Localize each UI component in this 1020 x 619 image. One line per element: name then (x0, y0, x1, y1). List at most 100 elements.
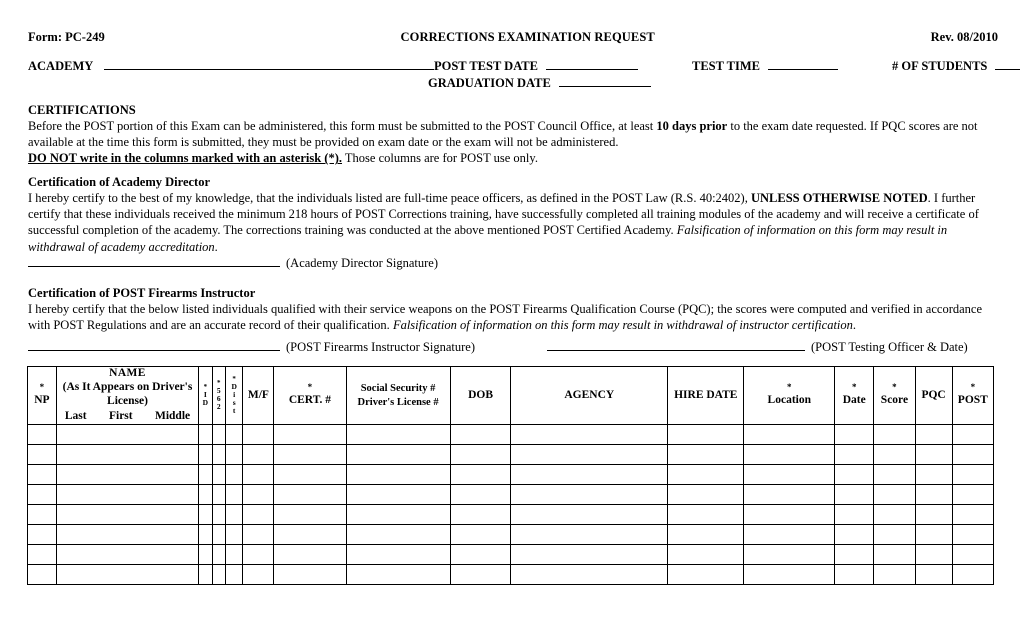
roster-cell-c562[interactable] (211, 424, 226, 445)
roster-cell-pqc[interactable] (914, 484, 953, 505)
roster-cell-agency[interactable] (510, 424, 669, 445)
roster-cell-dob[interactable] (449, 524, 512, 545)
firearms-instructor-signature-input[interactable] (28, 338, 280, 351)
roster-cell-ssn[interactable] (345, 504, 451, 525)
roster-cell-dob[interactable] (449, 564, 512, 585)
roster-cell-date[interactable] (834, 544, 875, 565)
roster-cell-score[interactable] (873, 564, 916, 585)
roster-cell-ssn[interactable] (345, 444, 451, 465)
roster-cell-hire[interactable] (667, 444, 745, 465)
roster-cell-hire[interactable] (667, 524, 745, 545)
roster-cell-cert[interactable] (273, 484, 347, 505)
roster-cell-loc[interactable] (743, 484, 836, 505)
roster-cell-dob[interactable] (449, 424, 512, 445)
roster-cell-post[interactable] (951, 564, 995, 585)
roster-cell-post[interactable] (951, 504, 995, 525)
roster-cell-loc[interactable] (743, 464, 836, 485)
roster-cell-dist[interactable] (224, 464, 244, 485)
roster-cell-mf[interactable] (242, 464, 275, 485)
roster-cell-pqc[interactable] (914, 444, 953, 465)
roster-cell-agency[interactable] (510, 484, 669, 505)
roster-cell-dist[interactable] (224, 424, 244, 445)
roster-cell-mf[interactable] (242, 524, 275, 545)
roster-cell-post[interactable] (951, 524, 995, 545)
roster-cell-loc[interactable] (743, 444, 836, 465)
academy-input[interactable] (104, 57, 434, 70)
roster-cell-c562[interactable] (211, 564, 226, 585)
roster-cell-mf[interactable] (242, 444, 275, 465)
testing-officer-signature-input[interactable] (546, 338, 805, 351)
roster-cell-id[interactable] (198, 464, 213, 485)
roster-cell-score[interactable] (873, 424, 916, 445)
roster-cell-loc[interactable] (743, 524, 836, 545)
roster-cell-agency[interactable] (510, 544, 669, 565)
roster-cell-c562[interactable] (211, 524, 226, 545)
roster-cell-dist[interactable] (224, 524, 244, 545)
roster-cell-cert[interactable] (273, 424, 347, 445)
roster-cell-dob[interactable] (449, 484, 512, 505)
roster-cell-date[interactable] (834, 504, 875, 525)
roster-cell-id[interactable] (198, 504, 213, 525)
roster-cell-name[interactable] (55, 424, 200, 445)
roster-cell-id[interactable] (198, 564, 213, 585)
roster-cell-date[interactable] (834, 524, 875, 545)
roster-cell-agency[interactable] (510, 504, 669, 525)
roster-cell-id[interactable] (198, 524, 213, 545)
roster-cell-dob[interactable] (449, 464, 512, 485)
roster-cell-score[interactable] (873, 444, 916, 465)
roster-cell-mf[interactable] (242, 504, 275, 525)
roster-cell-name[interactable] (55, 504, 200, 525)
roster-cell-score[interactable] (873, 524, 916, 545)
roster-cell-name[interactable] (55, 444, 200, 465)
roster-cell-loc[interactable] (743, 424, 836, 445)
roster-cell-pqc[interactable] (914, 564, 953, 585)
roster-cell-score[interactable] (873, 464, 916, 485)
roster-cell-np[interactable] (27, 444, 57, 465)
roster-cell-loc[interactable] (743, 504, 836, 525)
graduation-date-input[interactable] (558, 74, 651, 87)
roster-cell-pqc[interactable] (914, 544, 953, 565)
roster-cell-pqc[interactable] (914, 464, 953, 485)
academy-director-signature-input[interactable] (28, 254, 280, 267)
roster-cell-hire[interactable] (667, 424, 745, 445)
roster-cell-dist[interactable] (224, 444, 244, 465)
roster-cell-date[interactable] (834, 464, 875, 485)
roster-cell-hire[interactable] (667, 504, 745, 525)
roster-cell-ssn[interactable] (345, 424, 451, 445)
roster-cell-hire[interactable] (667, 544, 745, 565)
roster-cell-id[interactable] (198, 424, 213, 445)
roster-cell-name[interactable] (55, 544, 200, 565)
roster-cell-mf[interactable] (242, 544, 275, 565)
number-of-students-input[interactable] (995, 57, 1020, 70)
roster-cell-c562[interactable] (211, 484, 226, 505)
roster-cell-name[interactable] (55, 564, 200, 585)
roster-cell-post[interactable] (951, 464, 995, 485)
post-test-date-input[interactable] (546, 57, 638, 70)
roster-cell-np[interactable] (27, 524, 57, 545)
roster-cell-hire[interactable] (667, 564, 745, 585)
roster-cell-cert[interactable] (273, 504, 347, 525)
roster-cell-hire[interactable] (667, 464, 745, 485)
roster-cell-np[interactable] (27, 464, 57, 485)
roster-cell-c562[interactable] (211, 444, 226, 465)
roster-cell-dist[interactable] (224, 484, 244, 505)
roster-cell-id[interactable] (198, 484, 213, 505)
roster-cell-date[interactable] (834, 444, 875, 465)
roster-cell-pqc[interactable] (914, 504, 953, 525)
roster-cell-date[interactable] (834, 484, 875, 505)
roster-cell-cert[interactable] (273, 524, 347, 545)
roster-cell-post[interactable] (951, 484, 995, 505)
roster-cell-np[interactable] (27, 484, 57, 505)
roster-cell-id[interactable] (198, 544, 213, 565)
roster-cell-c562[interactable] (211, 504, 226, 525)
roster-cell-ssn[interactable] (345, 544, 451, 565)
roster-cell-cert[interactable] (273, 464, 347, 485)
roster-cell-mf[interactable] (242, 424, 275, 445)
roster-cell-loc[interactable] (743, 564, 836, 585)
roster-cell-pqc[interactable] (914, 424, 953, 445)
roster-cell-pqc[interactable] (914, 524, 953, 545)
test-time-input[interactable] (767, 57, 838, 70)
roster-cell-loc[interactable] (743, 544, 836, 565)
roster-cell-ssn[interactable] (345, 464, 451, 485)
roster-cell-dist[interactable] (224, 564, 244, 585)
